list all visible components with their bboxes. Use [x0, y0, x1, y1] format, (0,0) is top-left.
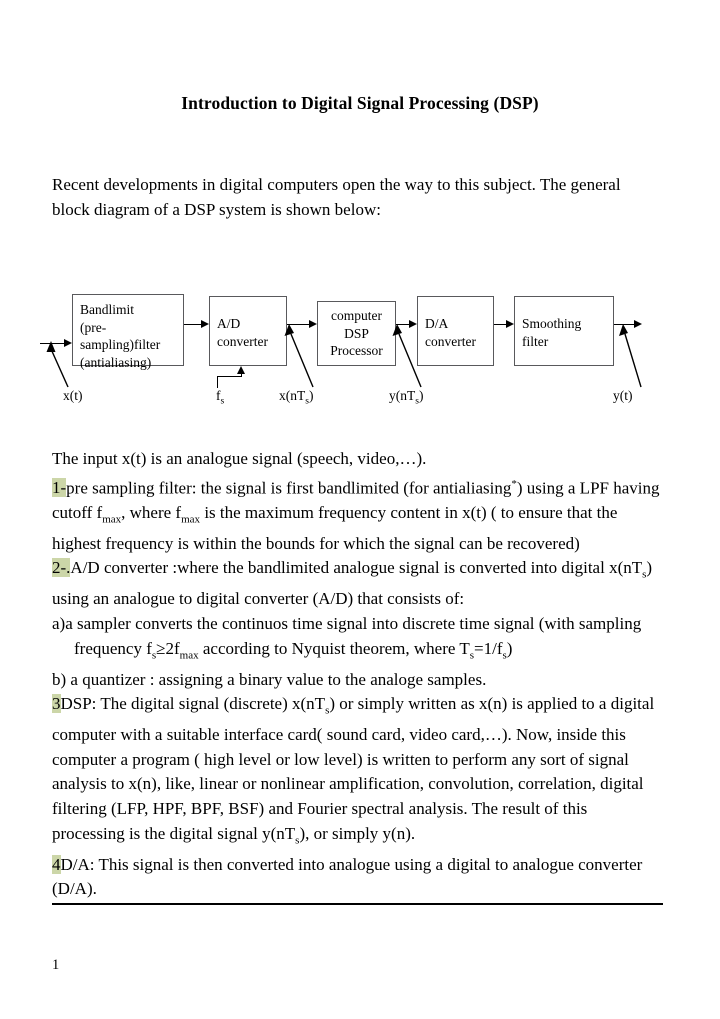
paragraph-item-2a: a)a sampler converts the continuos time …	[52, 612, 660, 668]
item-2a-sub-2: max	[179, 648, 199, 661]
item-1-text-3: , where f	[121, 502, 182, 522]
diagram-link-bandlimit-ad	[184, 324, 201, 325]
block-smoothing-line-2: filter	[522, 333, 549, 349]
item-1-sub-1: max	[102, 513, 122, 526]
label-fs-sub: s	[220, 396, 225, 407]
paragraph-item-1: 1-pre sampling filter: the signal is fir…	[52, 472, 660, 557]
item-2a-marker: a)	[52, 614, 66, 633]
block-dsp-line-1: computer	[331, 308, 382, 324]
label-ynts-base: y(nT	[389, 388, 416, 403]
diagram-label-output: y(t)	[613, 388, 633, 403]
diagram-fs-horizontal-stub	[217, 376, 241, 377]
item-3-text-1: DSP: The digital signal (discrete) x(nT	[60, 694, 326, 714]
diagram-link-da-smoothing	[494, 324, 506, 325]
body-text: The input x(t) is an analogue signal (sp…	[52, 447, 660, 902]
block-bandlimit-line-2: (pre-	[80, 319, 107, 335]
diagram-pointer-xnts	[284, 324, 314, 388]
diagram-pointer-xt	[46, 341, 69, 388]
item-2a-text-3: according to Nyquist theorem, where T	[198, 638, 470, 658]
block-bandlimit-line-3: sampling)filter	[80, 337, 161, 352]
item-2a-text-4: =1/f	[474, 638, 503, 658]
diagram-block-ad-converter: A/D converter	[209, 296, 287, 366]
item-2b-text-1: a quantizer : assigning a binary value t…	[70, 669, 487, 689]
item-2a-text-5: )	[506, 638, 513, 658]
diagram-pointer-yt	[619, 324, 642, 388]
paragraph-input-signal: The input x(t) is an analogue signal (sp…	[52, 449, 427, 468]
block-bandlimit-line-1: Bandlimit	[80, 302, 134, 317]
item-2-marker: 2-.	[52, 558, 71, 578]
block-dsp-line-3: Processor	[330, 343, 383, 359]
block-smoothing-line-1: Smoothing	[522, 316, 582, 331]
paragraph-item-4: 4D/A: This signal is then converted into…	[52, 853, 660, 902]
item-3-text-3: ), or simply y(n).	[299, 823, 416, 843]
block-ad-line-2: converter	[217, 333, 268, 349]
dsp-block-diagram: Bandlimit (pre- sampling)filter (antiali…	[0, 280, 720, 415]
label-xnts-end: )	[308, 388, 314, 403]
block-da-line-1: D/A	[425, 316, 449, 331]
diagram-label-input: x(t)	[63, 388, 83, 403]
diagram-link-da-smoothing-arrow	[506, 320, 514, 328]
diagram-label-sampling-frequency: fs	[216, 388, 224, 407]
label-xnts-base: x(nT	[279, 388, 306, 403]
block-ad-line-1: A/D	[217, 316, 241, 331]
item-2-text-1: A/D converter :where the bandlimited ana…	[70, 558, 643, 578]
diagram-block-smoothing-filter: Smoothing filter	[514, 296, 614, 366]
diagram-label-digital-input: x(nTs)	[279, 388, 313, 407]
item-2b-marker: b)	[52, 669, 67, 689]
item-1-sub-2: max	[181, 513, 201, 526]
document-page: Introduction to Digital Signal Processin…	[0, 0, 720, 1019]
item-1-text-1: pre sampling filter: the signal is first…	[66, 478, 512, 498]
item-3-text-2: ) or simply written as x(n) is applied t…	[52, 694, 655, 843]
paragraph-item-2b: b) a quantizer : assigning a binary valu…	[52, 668, 660, 693]
item-3-marker: 3	[52, 694, 61, 714]
item-2a-text-2: ≥2f	[156, 638, 180, 658]
footer-divider	[52, 903, 663, 905]
diagram-fs-vertical-stub	[217, 376, 218, 388]
diagram-block-bandlimit: Bandlimit (pre- sampling)filter (antiali…	[72, 294, 184, 370]
item-1-marker: 1-	[52, 478, 67, 498]
page-title: Introduction to Digital Signal Processin…	[181, 93, 539, 113]
diagram-block-computer-dsp: computer DSP Processor	[317, 301, 396, 366]
diagram-fs-arrow	[237, 366, 245, 374]
item-4-text-1: D/A: This signal is then converted into …	[52, 854, 643, 899]
block-bandlimit-line-4: (antialiasing)	[80, 354, 152, 370]
paragraph-item-3: 3DSP: The digital signal (discrete) x(nT…	[52, 692, 660, 852]
label-ynts-end: )	[418, 388, 424, 403]
diagram-label-digital-output: y(nTs)	[389, 388, 423, 407]
paragraph-item-2: 2-.A/D converter :where the bandlimited …	[52, 556, 660, 612]
intro-paragraph: Recent developments in digital computers…	[52, 175, 621, 219]
block-dsp-line-2: DSP	[344, 325, 369, 341]
item-4-marker: 4	[52, 854, 61, 874]
block-da-line-2: converter	[425, 333, 476, 349]
diagram-pointer-ynts	[392, 324, 422, 388]
diagram-link-bandlimit-ad-arrow	[201, 320, 209, 328]
page-number: 1	[52, 957, 60, 973]
